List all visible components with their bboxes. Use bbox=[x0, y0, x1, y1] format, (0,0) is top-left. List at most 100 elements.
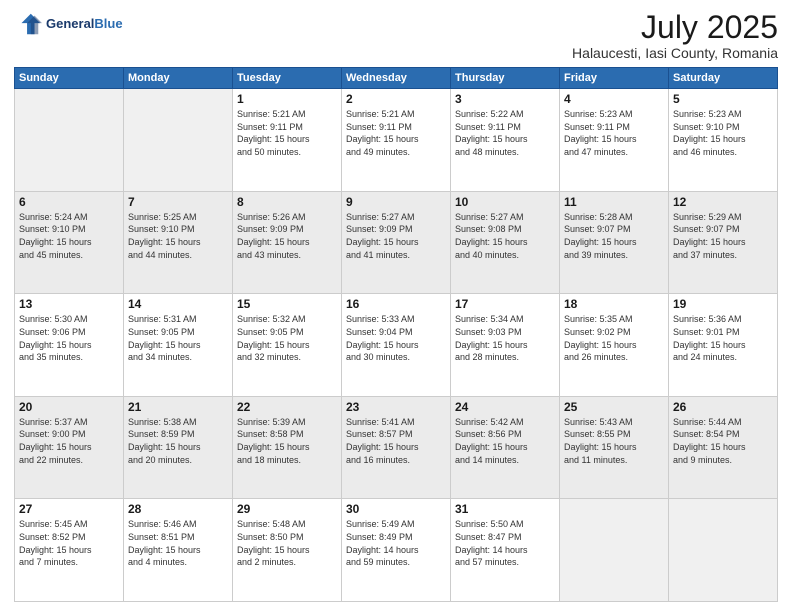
day-info: Sunrise: 5:33 AM Sunset: 9:04 PM Dayligh… bbox=[346, 313, 446, 363]
day-number: 13 bbox=[19, 297, 119, 311]
table-row: 23 Sunrise: 5:41 AM Sunset: 8:57 PM Dayli… bbox=[342, 396, 451, 499]
day-info: Sunrise: 5:21 AM Sunset: 9:11 PM Dayligh… bbox=[237, 108, 337, 158]
col-saturday: Saturday bbox=[669, 68, 778, 89]
col-sunday: Sunday bbox=[15, 68, 124, 89]
day-number: 22 bbox=[237, 400, 337, 414]
day-number: 16 bbox=[346, 297, 446, 311]
table-row: 15Sunrise: 5:32 AM Sunset: 9:05 PM Dayli… bbox=[233, 294, 342, 397]
table-row: 2 Sunrise: 5:21 AM Sunset: 9:11 PM Daylig… bbox=[342, 89, 451, 192]
table-row: 19 Sunrise: 5:36 AM Sunset: 9:01 PM Dayli… bbox=[669, 294, 778, 397]
day-info: Sunrise: 5:23 AM Sunset: 9:11 PM Dayligh… bbox=[564, 108, 664, 158]
day-number: 14 bbox=[128, 297, 228, 311]
calendar-week-row: 6 Sunrise: 5:24 AM Sunset: 9:10 PM Daylig… bbox=[15, 191, 778, 294]
table-row: 26 Sunrise: 5:44 AM Sunset: 8:54 PM Dayli… bbox=[669, 396, 778, 499]
table-row: 22Sunrise: 5:39 AM Sunset: 8:58 PM Dayli… bbox=[233, 396, 342, 499]
subtitle: Halaucesti, Iasi County, Romania bbox=[572, 45, 778, 61]
day-info: Sunrise: 5:38 AM Sunset: 8:59 PM Dayligh… bbox=[128, 416, 228, 466]
day-number: 2 bbox=[346, 92, 446, 106]
table-row: 16 Sunrise: 5:33 AM Sunset: 9:04 PM Dayli… bbox=[342, 294, 451, 397]
day-info: Sunrise: 5:31 AM Sunset: 9:05 PM Dayligh… bbox=[128, 313, 228, 363]
table-row bbox=[560, 499, 669, 602]
page: GeneralBlue July 2025 Halaucesti, Iasi C… bbox=[0, 0, 792, 612]
day-info: Sunrise: 5:25 AM Sunset: 9:10 PM Dayligh… bbox=[128, 211, 228, 261]
table-row: 29Sunrise: 5:48 AM Sunset: 8:50 PM Dayli… bbox=[233, 499, 342, 602]
day-info: Sunrise: 5:50 AM Sunset: 8:47 PM Dayligh… bbox=[455, 518, 555, 568]
main-title: July 2025 bbox=[572, 10, 778, 45]
table-row: 9 Sunrise: 5:27 AM Sunset: 9:09 PM Daylig… bbox=[342, 191, 451, 294]
header: GeneralBlue July 2025 Halaucesti, Iasi C… bbox=[14, 10, 778, 61]
day-number: 25 bbox=[564, 400, 664, 414]
day-number: 26 bbox=[673, 400, 773, 414]
day-info: Sunrise: 5:44 AM Sunset: 8:54 PM Dayligh… bbox=[673, 416, 773, 466]
day-info: Sunrise: 5:35 AM Sunset: 9:02 PM Dayligh… bbox=[564, 313, 664, 363]
day-number: 11 bbox=[564, 195, 664, 209]
table-row: 1 Sunrise: 5:21 AM Sunset: 9:11 PM Daylig… bbox=[233, 89, 342, 192]
day-number: 20 bbox=[19, 400, 119, 414]
day-info: Sunrise: 5:24 AM Sunset: 9:10 PM Dayligh… bbox=[19, 211, 119, 261]
day-number: 19 bbox=[673, 297, 773, 311]
table-row: 5 Sunrise: 5:23 AM Sunset: 9:10 PM Daylig… bbox=[669, 89, 778, 192]
day-info: Sunrise: 5:23 AM Sunset: 9:10 PM Dayligh… bbox=[673, 108, 773, 158]
day-number: 28 bbox=[128, 502, 228, 516]
logo: GeneralBlue bbox=[14, 10, 123, 38]
table-row: 17 Sunrise: 5:34 AM Sunset: 9:03 PM Dayli… bbox=[451, 294, 560, 397]
day-number: 17 bbox=[455, 297, 555, 311]
day-info: Sunrise: 5:26 AM Sunset: 9:09 PM Dayligh… bbox=[237, 211, 337, 261]
table-row: 24 Sunrise: 5:42 AM Sunset: 8:56 PM Dayli… bbox=[451, 396, 560, 499]
logo-text: GeneralBlue bbox=[46, 17, 123, 31]
table-row: 13Sunrise: 5:30 AM Sunset: 9:06 PM Dayli… bbox=[15, 294, 124, 397]
day-number: 5 bbox=[673, 92, 773, 106]
table-row: 7 Sunrise: 5:25 AM Sunset: 9:10 PM Daylig… bbox=[124, 191, 233, 294]
table-row: 21Sunrise: 5:38 AM Sunset: 8:59 PM Dayli… bbox=[124, 396, 233, 499]
table-row: 8 Sunrise: 5:26 AM Sunset: 9:09 PM Daylig… bbox=[233, 191, 342, 294]
day-number: 27 bbox=[19, 502, 119, 516]
day-number: 18 bbox=[564, 297, 664, 311]
day-number: 12 bbox=[673, 195, 773, 209]
day-number: 30 bbox=[346, 502, 446, 516]
day-info: Sunrise: 5:34 AM Sunset: 9:03 PM Dayligh… bbox=[455, 313, 555, 363]
table-row: 30Sunrise: 5:49 AM Sunset: 8:49 PM Dayli… bbox=[342, 499, 451, 602]
table-row: 31Sunrise: 5:50 AM Sunset: 8:47 PM Dayli… bbox=[451, 499, 560, 602]
col-wednesday: Wednesday bbox=[342, 68, 451, 89]
day-info: Sunrise: 5:27 AM Sunset: 9:08 PM Dayligh… bbox=[455, 211, 555, 261]
calendar-week-row: 1 Sunrise: 5:21 AM Sunset: 9:11 PM Daylig… bbox=[15, 89, 778, 192]
calendar-week-row: 27 Sunrise: 5:45 AM Sunset: 8:52 PM Dayli… bbox=[15, 499, 778, 602]
table-row bbox=[124, 89, 233, 192]
day-info: Sunrise: 5:43 AM Sunset: 8:55 PM Dayligh… bbox=[564, 416, 664, 466]
col-tuesday: Tuesday bbox=[233, 68, 342, 89]
logo-icon bbox=[14, 10, 42, 38]
day-info: Sunrise: 5:41 AM Sunset: 8:57 PM Dayligh… bbox=[346, 416, 446, 466]
calendar-table: Sunday Monday Tuesday Wednesday Thursday… bbox=[14, 67, 778, 602]
title-section: July 2025 Halaucesti, Iasi County, Roman… bbox=[572, 10, 778, 61]
day-info: Sunrise: 5:32 AM Sunset: 9:05 PM Dayligh… bbox=[237, 313, 337, 363]
day-info: Sunrise: 5:29 AM Sunset: 9:07 PM Dayligh… bbox=[673, 211, 773, 261]
table-row: 10 Sunrise: 5:27 AM Sunset: 9:08 PM Dayli… bbox=[451, 191, 560, 294]
day-number: 1 bbox=[237, 92, 337, 106]
day-info: Sunrise: 5:21 AM Sunset: 9:11 PM Dayligh… bbox=[346, 108, 446, 158]
day-number: 6 bbox=[19, 195, 119, 209]
table-row: 12 Sunrise: 5:29 AM Sunset: 9:07 PM Dayli… bbox=[669, 191, 778, 294]
day-number: 10 bbox=[455, 195, 555, 209]
day-info: Sunrise: 5:28 AM Sunset: 9:07 PM Dayligh… bbox=[564, 211, 664, 261]
day-info: Sunrise: 5:36 AM Sunset: 9:01 PM Dayligh… bbox=[673, 313, 773, 363]
day-number: 29 bbox=[237, 502, 337, 516]
col-thursday: Thursday bbox=[451, 68, 560, 89]
col-monday: Monday bbox=[124, 68, 233, 89]
table-row: 6 Sunrise: 5:24 AM Sunset: 9:10 PM Daylig… bbox=[15, 191, 124, 294]
day-info: Sunrise: 5:45 AM Sunset: 8:52 PM Dayligh… bbox=[19, 518, 119, 568]
table-row: 14 Sunrise: 5:31 AM Sunset: 9:05 PM Dayli… bbox=[124, 294, 233, 397]
day-info: Sunrise: 5:42 AM Sunset: 8:56 PM Dayligh… bbox=[455, 416, 555, 466]
day-number: 23 bbox=[346, 400, 446, 414]
table-row: 3Sunrise: 5:22 AM Sunset: 9:11 PM Daylig… bbox=[451, 89, 560, 192]
day-number: 24 bbox=[455, 400, 555, 414]
table-row: 4Sunrise: 5:23 AM Sunset: 9:11 PM Daylig… bbox=[560, 89, 669, 192]
day-number: 7 bbox=[128, 195, 228, 209]
table-row bbox=[669, 499, 778, 602]
day-info: Sunrise: 5:46 AM Sunset: 8:51 PM Dayligh… bbox=[128, 518, 228, 568]
day-number: 8 bbox=[237, 195, 337, 209]
calendar-week-row: 13Sunrise: 5:30 AM Sunset: 9:06 PM Dayli… bbox=[15, 294, 778, 397]
day-number: 9 bbox=[346, 195, 446, 209]
day-info: Sunrise: 5:27 AM Sunset: 9:09 PM Dayligh… bbox=[346, 211, 446, 261]
table-row: 20Sunrise: 5:37 AM Sunset: 9:00 PM Dayli… bbox=[15, 396, 124, 499]
day-number: 3 bbox=[455, 92, 555, 106]
